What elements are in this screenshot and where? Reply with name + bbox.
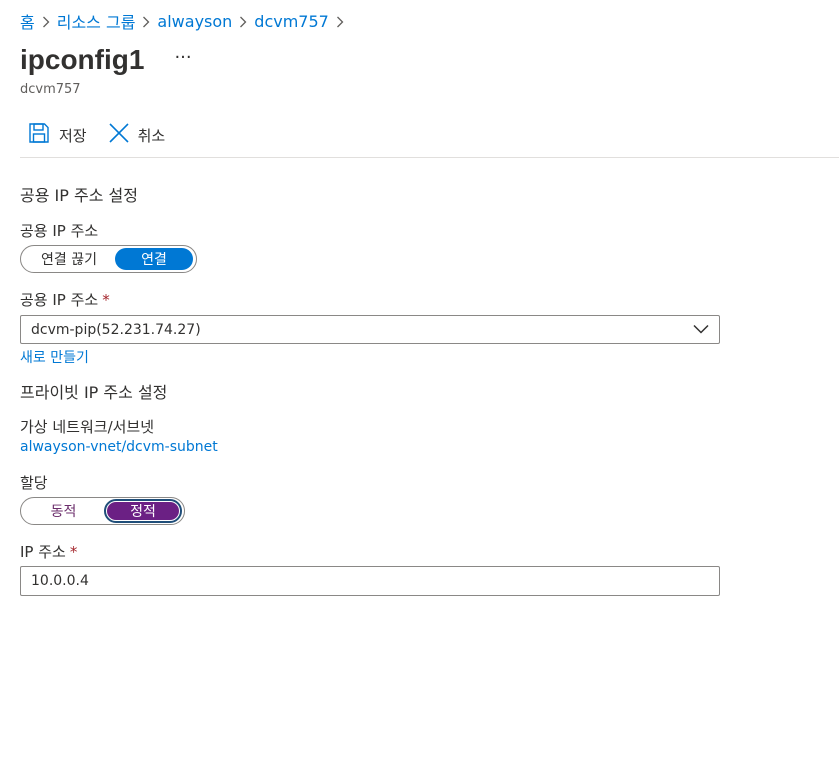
private-ip-section-title: 프라이빗 IP 주소 설정: [20, 383, 168, 402]
assignment-toggle: 동적 정적: [20, 497, 185, 525]
page-subtitle: dcvm757: [20, 82, 81, 97]
public-ip-address-dropdown[interactable]: dcvm-pip(52.231.74.27): [20, 315, 720, 344]
ip-address-value: 10.0.0.4: [31, 573, 89, 589]
ip-address-label-text: IP 주소: [20, 543, 66, 561]
title-row: ipconfig1 ···: [20, 44, 192, 76]
toggle-option-static[interactable]: 정적: [103, 499, 182, 523]
public-ip-toggle-label: 공용 IP 주소: [20, 222, 99, 240]
public-ip-address-label: 공용 IP 주소 *: [20, 289, 110, 310]
required-indicator: *: [69, 543, 78, 561]
vnet-subnet-link[interactable]: alwayson-vnet/dcvm-subnet: [20, 439, 218, 455]
public-ip-toggle: 연결 끊기 연결: [20, 245, 197, 273]
save-button[interactable]: 저장: [20, 121, 87, 149]
page-title: ipconfig1: [20, 44, 145, 75]
chevron-right-icon: [232, 12, 254, 31]
save-icon: [28, 122, 59, 148]
chevron-right-icon: [329, 12, 351, 31]
toggle-option-static-label: 정적: [106, 502, 179, 520]
public-ip-section-title: 공용 IP 주소 설정: [20, 186, 138, 205]
breadcrumb-nic[interactable]: dcvm757: [254, 12, 329, 31]
chevron-right-icon: [35, 12, 57, 31]
chevron-right-icon: [135, 12, 157, 31]
create-new-link[interactable]: 새로 만들기: [20, 347, 89, 367]
public-ip-address-value: dcvm-pip(52.231.74.27): [31, 321, 201, 338]
vnet-subnet-label: 가상 네트워크/서브넷: [20, 418, 155, 436]
breadcrumb-resource-groups[interactable]: 리소스 그룹: [57, 9, 136, 33]
required-indicator: *: [102, 291, 110, 309]
more-actions-button[interactable]: ···: [174, 49, 191, 71]
breadcrumb-resource-group[interactable]: alwayson: [157, 12, 232, 31]
close-icon: [109, 123, 138, 147]
assignment-label: 할당: [20, 474, 48, 492]
save-label: 저장: [59, 126, 87, 145]
command-bar: 저장 취소: [20, 121, 839, 158]
breadcrumb-home[interactable]: 홈: [20, 9, 35, 33]
toggle-option-dynamic[interactable]: 동적: [23, 500, 104, 522]
cancel-label: 취소: [137, 126, 166, 145]
public-ip-address-label-text: 공용 IP 주소: [20, 291, 99, 309]
toggle-option-associate[interactable]: 연결: [115, 248, 193, 270]
ip-address-input[interactable]: 10.0.0.4: [20, 566, 720, 596]
breadcrumb: 홈 리소스 그룹 alwayson dcvm757: [20, 9, 351, 33]
cancel-button[interactable]: 취소: [101, 121, 166, 149]
chevron-down-icon: [693, 322, 709, 338]
ip-address-label: IP 주소 *: [20, 541, 77, 562]
toggle-option-disassociate[interactable]: 연결 끊기: [23, 248, 115, 270]
